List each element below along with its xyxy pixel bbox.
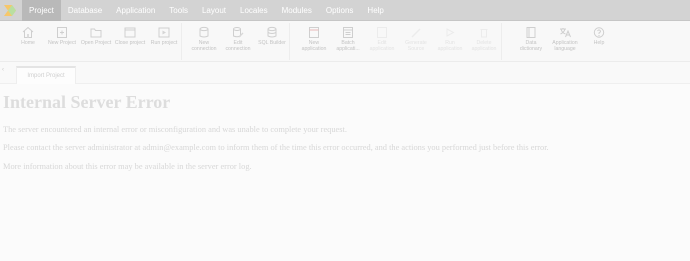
menu-options[interactable]: Options — [319, 0, 361, 21]
run-application-icon — [446, 28, 455, 37]
run-application-button[interactable]: Run application — [433, 23, 467, 60]
database-edit-icon — [233, 27, 244, 38]
toolbar-group-application: New application Batch applicati... Edit … — [297, 23, 502, 60]
run-application-label: Run application — [437, 40, 463, 52]
language-icon — [560, 28, 571, 38]
dictionary-icon — [526, 27, 536, 38]
batch-application-button[interactable]: Batch applicati... — [331, 23, 365, 60]
delete-application-icon — [480, 29, 488, 38]
open-project-label: Open Project — [80, 40, 112, 46]
menu-database[interactable]: Database — [61, 0, 109, 21]
generate-source-label: Generate Source — [405, 40, 427, 52]
generate-source-button[interactable]: Generate Source — [399, 23, 433, 60]
menu-help[interactable]: Help — [360, 0, 390, 21]
menu-layout[interactable]: Layout — [195, 0, 233, 21]
close-project-button[interactable]: Close project — [113, 23, 147, 60]
menu-application[interactable]: Application — [109, 0, 162, 21]
sql-builder-label: SQL Builder — [258, 40, 286, 46]
tab-import-project[interactable]: Import Project — [16, 66, 76, 84]
new-project-icon — [57, 27, 67, 38]
folder-open-icon — [90, 28, 102, 38]
close-project-icon — [124, 27, 136, 38]
menu-project[interactable]: Project — [22, 0, 61, 21]
toolbar-group-project: Home New Project Open Project Close proj… — [11, 23, 182, 60]
new-connection-button[interactable]: New connection — [187, 23, 221, 60]
new-connection-label: New connection — [191, 40, 217, 52]
error-message-line-2: Please contact the server administrator … — [3, 143, 549, 152]
application-language-button[interactable]: Application language — [548, 23, 582, 60]
data-dictionary-label: Data dictionary — [519, 40, 543, 52]
sql-builder-icon — [267, 26, 277, 38]
menu-tools[interactable]: Tools — [162, 0, 195, 21]
new-project-label: New Project — [48, 40, 76, 46]
run-project-label: Run project — [150, 40, 178, 46]
help-icon — [593, 27, 605, 38]
sql-builder-button[interactable]: SQL Builder — [255, 23, 289, 60]
batch-application-icon — [343, 27, 353, 38]
error-title: Internal Server Error — [3, 92, 171, 112]
batch-application-label: Batch applicati... — [336, 40, 360, 52]
edit-application-label: Edit application — [369, 40, 395, 52]
home-button[interactable]: Home — [11, 23, 45, 60]
menu-modules[interactable]: Modules — [275, 0, 319, 21]
toolbar: Home New Project Open Project Close proj… — [0, 21, 690, 62]
content-frame: Internal Server Error The server encount… — [0, 85, 690, 261]
database-add-icon — [199, 26, 209, 38]
menu-locales[interactable]: Locales — [233, 0, 275, 21]
toolbar-group-connection: New connection Edit connection SQL Build… — [187, 23, 290, 60]
new-application-button[interactable]: New application — [297, 23, 331, 60]
delete-application-button[interactable]: Delete application — [467, 23, 501, 60]
edit-application-icon — [377, 27, 387, 38]
help-button[interactable]: Help — [582, 23, 616, 60]
generate-source-icon — [411, 28, 421, 38]
tab-scroll-left-icon[interactable]: ‹ — [2, 67, 4, 73]
error-message-line-1: The server encountered an internal error… — [3, 125, 347, 134]
toolbar-group-tools: Data dictionary Application language Hel… — [514, 23, 616, 60]
run-project-button[interactable]: Run project — [147, 23, 181, 60]
delete-application-label: Delete application — [471, 40, 497, 52]
help-label: Help — [593, 40, 605, 46]
error-message-line-3: More information about this error may be… — [3, 162, 252, 171]
data-dictionary-button[interactable]: Data dictionary — [514, 23, 548, 60]
app-logo-icon — [2, 2, 19, 19]
tab-strip: ‹ Import Project — [0, 62, 690, 84]
new-project-button[interactable]: New Project — [45, 23, 79, 60]
close-project-label: Close project — [114, 40, 146, 46]
open-project-button[interactable]: Open Project — [79, 23, 113, 60]
edit-application-button[interactable]: Edit application — [365, 23, 399, 60]
run-project-icon — [158, 27, 170, 38]
home-label: Home — [21, 40, 35, 46]
edit-connection-button[interactable]: Edit connection — [221, 23, 255, 60]
edit-connection-label: Edit connection — [225, 40, 251, 52]
new-application-icon — [309, 27, 319, 38]
menu-bar: Project Database Application Tools Layou… — [0, 0, 690, 21]
home-icon — [22, 26, 34, 38]
application-language-label: Application language — [552, 40, 578, 52]
new-application-label: New application — [301, 40, 327, 52]
